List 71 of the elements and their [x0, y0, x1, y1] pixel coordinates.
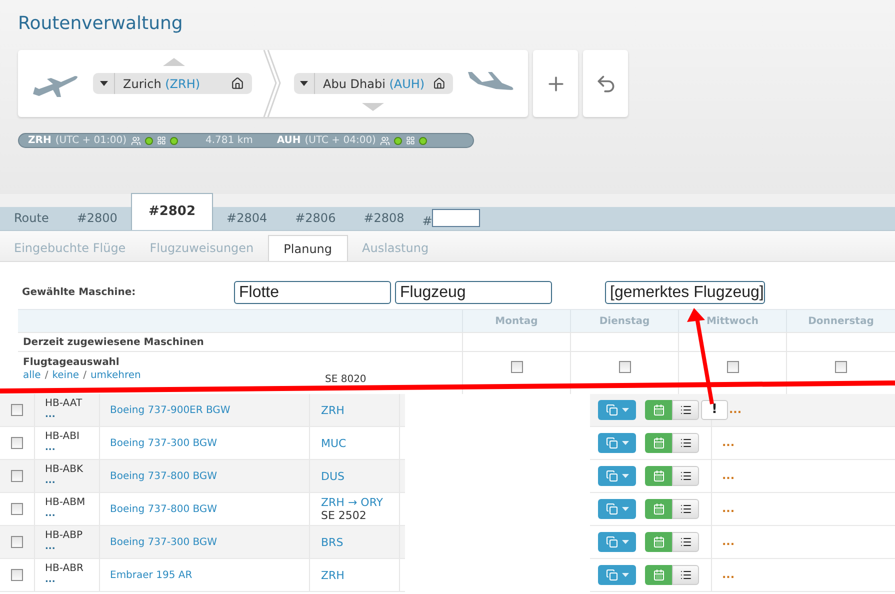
aircraft-type-link[interactable]: Boeing 737-900ER BGW	[110, 402, 230, 418]
day-header: Mittwoch	[706, 314, 759, 328]
registration: HB-AAT	[45, 398, 84, 410]
more-link[interactable]: ...	[45, 575, 56, 586]
page-title: Routenverwaltung	[18, 12, 184, 34]
tab[interactable]: #2802	[131, 193, 213, 230]
day-header: Montag	[495, 314, 538, 328]
tab[interactable]: #2800	[62, 206, 132, 230]
more-link[interactable]: ...	[45, 542, 56, 553]
registration: HB-ABR	[45, 563, 84, 575]
route-link[interactable]: ZRH	[321, 404, 388, 416]
more-link[interactable]: ...	[722, 468, 735, 484]
more-link[interactable]: ...	[722, 500, 735, 518]
airport-name: Zurich	[123, 76, 162, 90]
more-link[interactable]: ...	[45, 410, 56, 421]
route-link[interactable]: MUC	[321, 436, 388, 450]
route-link[interactable]: ZRH	[321, 568, 388, 582]
section-label: Flugtageauswahl	[23, 356, 120, 369]
more-link[interactable]: ...	[45, 509, 56, 520]
more-link[interactable]: ...	[722, 434, 735, 452]
day-header: Donnerstag	[808, 314, 874, 328]
subtab[interactable]: Auslastung	[350, 235, 441, 261]
tab[interactable]: #2806	[281, 206, 350, 230]
aircraft-type-link[interactable]: Boeing 737-300 BGW	[110, 436, 218, 450]
airport-name: Abu Dhabi	[323, 76, 386, 90]
selection-link[interactable]: alle	[23, 369, 41, 382]
aircraft-type-link[interactable]: Embraer 195 AR	[110, 568, 192, 582]
flight-number: SE 8020	[325, 374, 366, 385]
aircraft-type-link[interactable]: Boeing 737-800 BGW	[110, 468, 218, 484]
warning-button[interactable]: !	[701, 400, 728, 420]
tab[interactable]: #2804	[212, 206, 282, 230]
link-separator: /	[83, 369, 86, 382]
airport-code: (AUH)	[389, 76, 425, 90]
tab[interactable]: Route	[0, 206, 63, 230]
registration: HB-ABI	[45, 431, 80, 443]
aircraft-type-link[interactable]: Boeing 737-800 BGW	[110, 502, 218, 516]
route-link[interactable]: ZRH → ORY	[321, 496, 388, 509]
registration: HB-ABM	[45, 497, 86, 509]
more-link[interactable]: ...	[722, 566, 735, 584]
airport-code: (ZRH)	[165, 76, 200, 90]
more-link[interactable]: ...	[45, 476, 56, 487]
flight-number: SE 2502	[321, 509, 368, 522]
tab-jump-prefix: #	[422, 213, 432, 230]
airport-code: AUH	[276, 134, 301, 148]
airport-select[interactable]: Zurich (ZRH)	[93, 73, 252, 94]
machine-field[interactable]: Flugzeug	[395, 281, 552, 304]
selection-link[interactable]: umkehren	[90, 369, 141, 382]
section-label: Derzeit zugewiesene Maschinen	[23, 336, 204, 350]
subtab[interactable]: Planung	[268, 235, 348, 261]
route-link[interactable]: DUS	[321, 470, 388, 482]
link-separator: /	[44, 369, 48, 382]
timezone: (UTC + 01:00)	[55, 134, 127, 148]
machine-field[interactable]: [gemerktes Flugzeug]	[605, 281, 765, 304]
day-header: Dienstag	[599, 314, 650, 328]
tab[interactable]: #2808	[350, 206, 418, 230]
subtab[interactable]: Flugzuweisungen	[138, 235, 266, 261]
timezone: (UTC + 04:00)	[304, 134, 376, 148]
subtab[interactable]: Eingebuchte Flüge	[2, 235, 138, 261]
route-link[interactable]: BRS	[321, 536, 388, 548]
aircraft-type-link[interactable]: Boeing 737-300 BGW	[110, 534, 218, 550]
registration: HB-ABK	[45, 464, 84, 476]
machine-label: Gewählte Maschine:	[22, 286, 137, 300]
distance: 4.781 km	[206, 134, 253, 148]
machine-field[interactable]: Flotte	[234, 281, 391, 304]
registration: HB-ABP	[45, 530, 84, 542]
more-link[interactable]: ...	[722, 534, 735, 550]
more-link[interactable]: ...	[45, 443, 56, 454]
airport-select[interactable]: Abu Dhabi (AUH)	[294, 73, 453, 94]
more-link[interactable]: ...	[729, 402, 742, 418]
airport-code: ZRH	[28, 134, 52, 148]
selection-link[interactable]: keine	[52, 369, 80, 382]
